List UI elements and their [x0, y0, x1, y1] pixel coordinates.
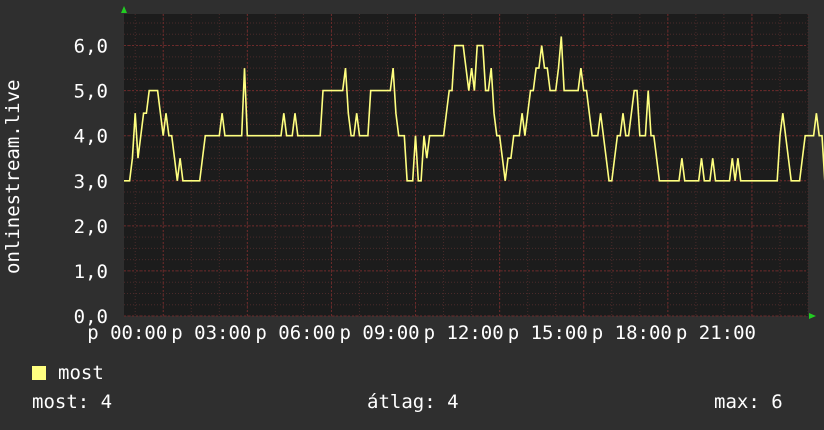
x-tick-label: p 15:00: [508, 322, 588, 344]
legend-swatch-most: [32, 366, 46, 380]
y-tick-label: 3,0: [74, 171, 108, 193]
stat-average: átlag: 4: [367, 391, 459, 413]
x-tick-label: p 21:00: [676, 322, 756, 344]
x-tick-label: p 09:00: [340, 322, 420, 344]
x-tick-label: p 12:00: [424, 322, 504, 344]
x-axis-arrow: [809, 313, 816, 319]
x-tick-label: p 06:00: [255, 322, 335, 344]
y-tick-label: 1,0: [74, 261, 108, 283]
y-axis-ticks: 0,01,02,03,04,05,06,0: [74, 36, 108, 328]
y-axis-arrow: [121, 6, 127, 13]
stat-max: max: 6: [714, 391, 783, 413]
legend: most: [32, 362, 104, 384]
y-tick-label: 5,0: [74, 81, 108, 103]
x-tick-label: p 00:00: [87, 322, 167, 344]
y-tick-label: 4,0: [74, 126, 108, 148]
chart: 0,01,02,03,04,05,06,0 p 00:00 p 03:00 p 06…: [74, 6, 824, 344]
x-tick-label: p 18:00: [592, 322, 672, 344]
legend-label-most: most: [58, 362, 104, 384]
x-tick-label: p 03:00: [171, 322, 251, 344]
y-axis-label: onlinestream.live: [2, 79, 24, 274]
y-tick-label: 2,0: [74, 216, 108, 238]
y-tick-label: 6,0: [74, 36, 108, 58]
stat-current: most: 4: [32, 391, 113, 413]
x-axis-ticks: p 00:00 p 03:00 p 06:00 p 09:00 p 12:00 p 15:…: [87, 322, 756, 344]
